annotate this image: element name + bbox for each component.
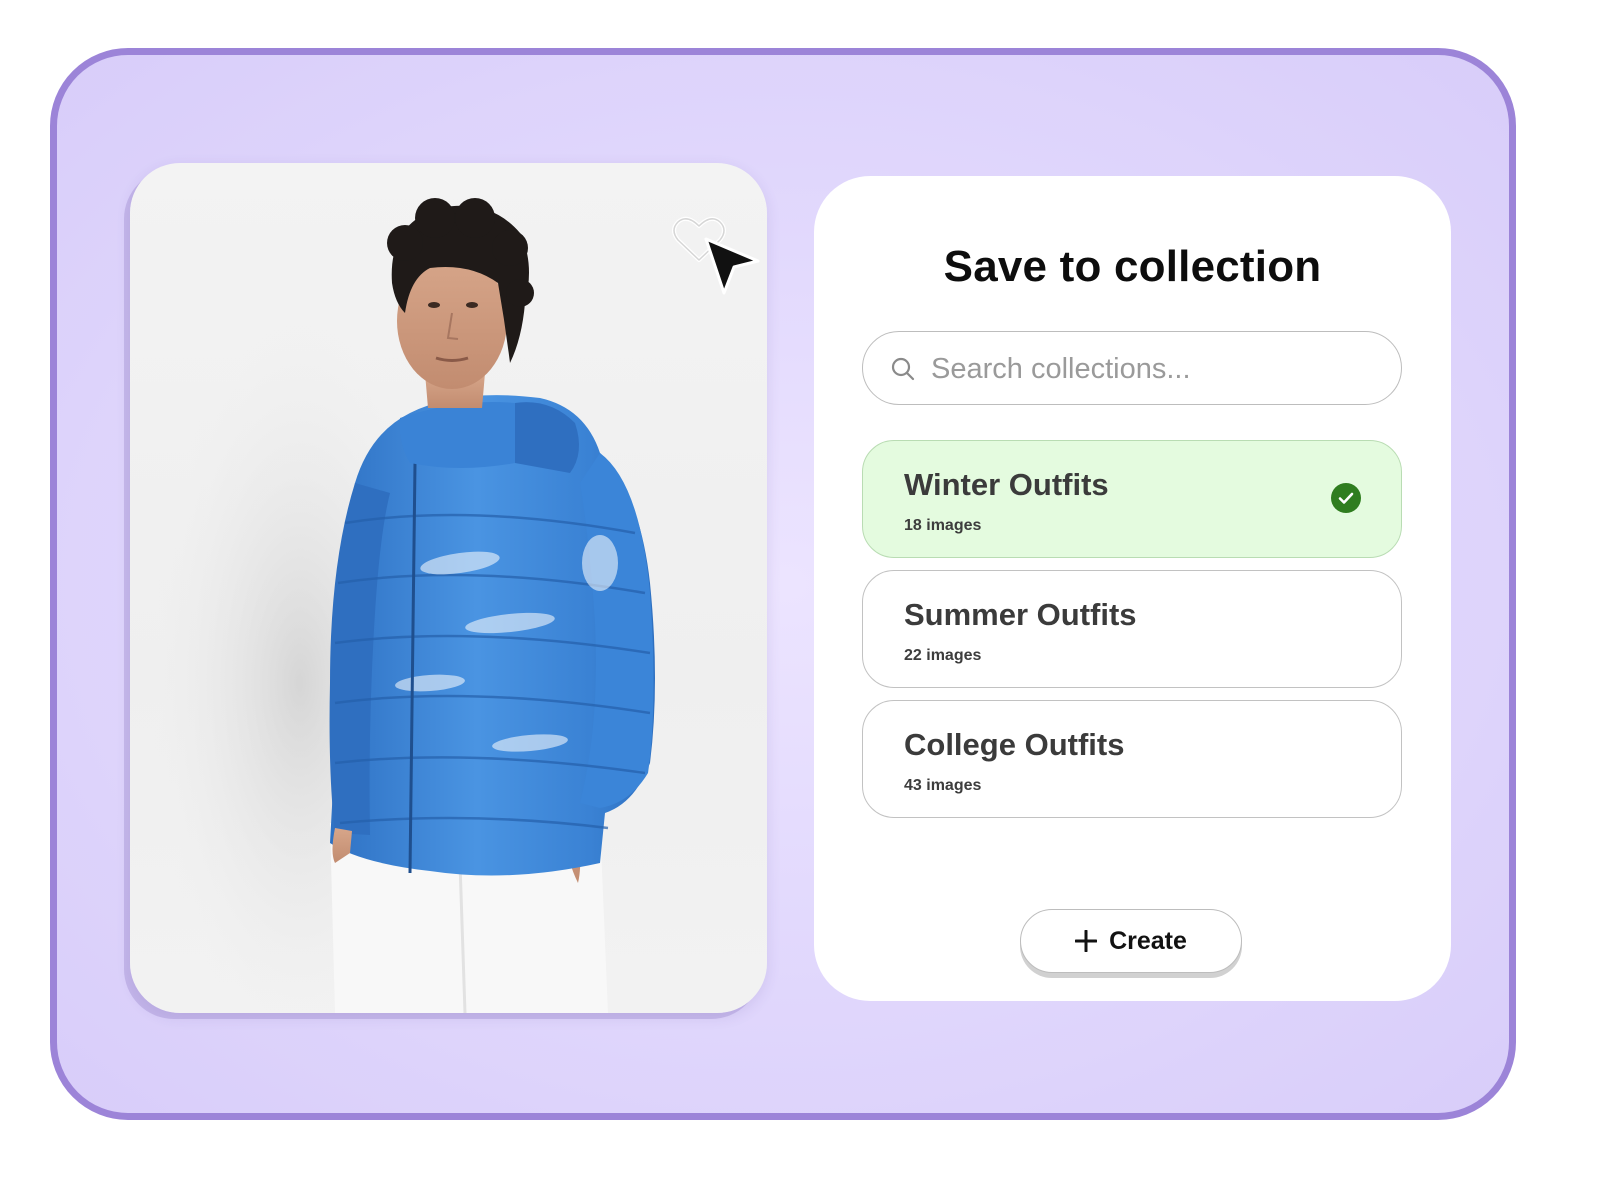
collection-name: Winter Outfits bbox=[904, 467, 1109, 502]
collection-count: 43 images bbox=[904, 777, 982, 794]
collection-count: 22 images bbox=[904, 647, 982, 664]
create-button[interactable]: Create bbox=[1020, 909, 1242, 973]
dialog-title: Save to collection bbox=[943, 242, 1322, 291]
collection-count: 18 images bbox=[904, 517, 982, 534]
collection-item-summer-outfits[interactable]: Summer Outfits 22 images bbox=[862, 570, 1402, 688]
app-canvas: Save to collection Winter Outfits 18 ima… bbox=[50, 48, 1516, 1120]
collection-name: Summer Outfits bbox=[904, 597, 1137, 632]
save-to-collection-dialog: Save to collection Winter Outfits 18 ima… bbox=[814, 176, 1451, 1001]
collection-item-college-outfits[interactable]: College Outfits 43 images bbox=[862, 700, 1402, 818]
product-photo-card[interactable] bbox=[130, 163, 767, 1013]
search-input[interactable] bbox=[929, 342, 1373, 396]
product-photo bbox=[150, 198, 655, 1013]
check-circle-icon bbox=[1331, 483, 1361, 513]
search-box[interactable] bbox=[862, 331, 1402, 405]
plus-icon bbox=[1075, 930, 1098, 952]
search-icon bbox=[891, 357, 915, 381]
mouse-pointer-icon bbox=[704, 237, 760, 295]
create-button-label: Create bbox=[1109, 926, 1187, 955]
collection-name: College Outfits bbox=[904, 727, 1125, 762]
collection-item-winter-outfits[interactable]: Winter Outfits 18 images bbox=[862, 440, 1402, 558]
